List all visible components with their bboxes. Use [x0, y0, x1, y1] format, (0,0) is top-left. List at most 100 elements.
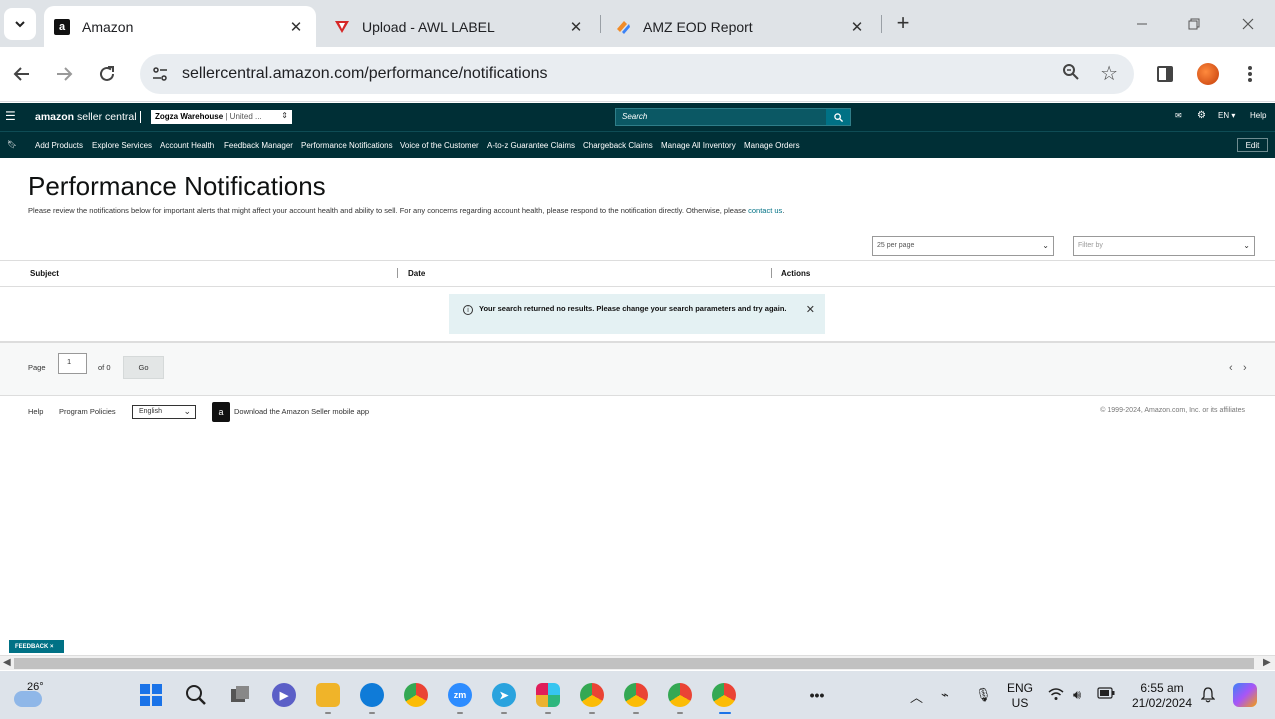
- nav-a-to-z-claims[interactable]: A-to-z Guarantee Claims: [487, 141, 575, 150]
- restore-button[interactable]: [1179, 10, 1209, 38]
- profile-avatar[interactable]: [1197, 63, 1219, 85]
- go-button[interactable]: Go: [123, 356, 164, 379]
- forward-button[interactable]: [50, 60, 78, 88]
- language-selector[interactable]: EN ▾: [1218, 111, 1235, 120]
- zoom-icon[interactable]: [1062, 63, 1080, 86]
- network-off-icon[interactable]: ⌁: [941, 687, 949, 703]
- more-vertical-icon: [1248, 66, 1252, 82]
- nav-add-products[interactable]: Add Products: [35, 141, 83, 150]
- teams-meet-icon[interactable]: ▶: [272, 683, 296, 707]
- hamburger-menu-icon[interactable]: ☰: [5, 109, 16, 123]
- running-indicator: [457, 712, 463, 714]
- footer-language-select[interactable]: English ⌄: [132, 405, 196, 419]
- reload-button[interactable]: [93, 60, 121, 88]
- filter-select[interactable]: Filter by ⌄: [1073, 236, 1255, 256]
- new-tab-button[interactable]: +: [890, 10, 916, 36]
- input-language[interactable]: ENG US: [1006, 681, 1034, 711]
- close-icon[interactable]: ✕: [286, 17, 306, 37]
- nav-manage-inventory[interactable]: Manage All Inventory: [661, 141, 736, 150]
- chrome-profile-icon[interactable]: [624, 683, 648, 707]
- bookmark-icon[interactable]: 🔖︎: [7, 140, 17, 149]
- search-button[interactable]: [826, 109, 850, 125]
- nav-manage-orders[interactable]: Manage Orders: [744, 141, 800, 150]
- microphone-icon[interactable]: 🎙︎: [975, 687, 992, 703]
- nav-chargeback-claims[interactable]: Chargeback Claims: [583, 141, 653, 150]
- chevron-right-icon[interactable]: ›: [1243, 362, 1247, 374]
- chrome-menu-button[interactable]: [1236, 60, 1264, 88]
- chrome-profile-icon[interactable]: [712, 683, 736, 707]
- close-icon[interactable]: ✕: [806, 303, 815, 316]
- start-button[interactable]: [139, 683, 163, 707]
- seller-nav-bar: 🔖︎ Add Products Explore Services Account…: [0, 131, 1275, 158]
- mail-icon[interactable]: ✉: [1175, 111, 1182, 120]
- chrome-profile-icon[interactable]: [668, 683, 692, 707]
- chrome-icon[interactable]: [404, 683, 428, 707]
- per-page-select[interactable]: 25 per page ⌄: [872, 236, 1054, 256]
- close-window-button[interactable]: [1233, 10, 1263, 38]
- notification-bell-icon[interactable]: [1200, 687, 1216, 706]
- gear-icon[interactable]: ⚙: [1197, 110, 1206, 121]
- edit-nav-button[interactable]: Edit: [1237, 138, 1268, 152]
- header-search[interactable]: Search: [615, 108, 851, 126]
- tab-amazon[interactable]: a Amazon ✕: [44, 6, 316, 47]
- download-app-link[interactable]: Download the Amazon Seller mobile app: [234, 407, 369, 416]
- scrollbar-thumb[interactable]: [14, 658, 1254, 669]
- site-settings-icon[interactable]: [150, 63, 170, 85]
- battery-icon[interactable]: [1097, 687, 1115, 702]
- nav-performance-notifications[interactable]: Performance Notifications: [301, 141, 393, 150]
- nav-feedback-manager[interactable]: Feedback Manager: [224, 141, 293, 150]
- scroll-left-icon[interactable]: ◀: [3, 657, 11, 668]
- browser-toolbar: sellercentral.amazon.com/performance/not…: [0, 47, 1275, 102]
- chrome-profile-icon[interactable]: [580, 683, 604, 707]
- chevron-left-icon[interactable]: ‹: [1229, 362, 1233, 374]
- running-indicator: [589, 712, 595, 714]
- side-panel-button[interactable]: [1151, 60, 1179, 88]
- nav-account-health[interactable]: Account Health: [160, 141, 214, 150]
- scroll-right-icon[interactable]: ▶: [1263, 657, 1271, 668]
- telegram-icon[interactable]: ➤: [492, 683, 516, 707]
- wifi-icon[interactable]: [1048, 687, 1064, 704]
- feedback-button[interactable]: FEEDBACK ×: [9, 640, 64, 653]
- url-text[interactable]: sellercentral.amazon.com/performance/not…: [182, 65, 548, 83]
- help-link[interactable]: Help: [1250, 111, 1266, 120]
- nav-explore-services[interactable]: Explore Services: [92, 141, 152, 150]
- chevron-up-icon[interactable]: ︿: [910, 687, 923, 706]
- copilot-icon[interactable]: [1233, 683, 1257, 707]
- file-explorer-icon[interactable]: [316, 683, 340, 707]
- column-actions[interactable]: Actions: [781, 269, 810, 278]
- store-name: Zogza Warehouse: [155, 112, 224, 121]
- edge-browser-icon[interactable]: [360, 683, 384, 707]
- tab-upload-awl-label[interactable]: Upload - AWL LABEL ✕: [324, 6, 596, 47]
- footer-help-link[interactable]: Help: [28, 407, 43, 416]
- volume-icon[interactable]: 🔊︎: [1073, 687, 1081, 703]
- task-view-button[interactable]: [228, 683, 252, 707]
- close-icon[interactable]: ✕: [847, 17, 867, 37]
- minimize-icon: [1137, 23, 1147, 25]
- search-taskbar-button[interactable]: [184, 683, 208, 707]
- column-subject[interactable]: Subject: [30, 269, 59, 278]
- seller-central-logo[interactable]: amazon seller central: [35, 111, 137, 123]
- slack-icon[interactable]: [536, 683, 560, 707]
- table-header: Subject Date Actions: [0, 260, 1275, 287]
- horizontal-scrollbar[interactable]: ◀ ▶: [0, 655, 1275, 670]
- tab-amz-eod-report[interactable]: AMZ EOD Report ✕: [605, 6, 877, 47]
- program-policies-link[interactable]: Program Policies: [59, 407, 116, 416]
- minimize-button[interactable]: [1127, 10, 1157, 38]
- amazon-seller-app-icon[interactable]: a: [212, 402, 230, 422]
- nav-voice-of-customer[interactable]: Voice of the Customer: [400, 141, 479, 150]
- chevron-down-icon: ⌄: [1243, 241, 1250, 250]
- tab-separator: [600, 15, 601, 33]
- page-number-input[interactable]: 1: [58, 353, 87, 374]
- column-date[interactable]: Date: [408, 269, 425, 278]
- more-horizontal-icon[interactable]: •••: [805, 683, 829, 707]
- store-selector[interactable]: Zogza Warehouse | United ... ⇕: [151, 110, 292, 124]
- contact-us-link[interactable]: contact us: [748, 206, 782, 215]
- close-icon[interactable]: ✕: [566, 17, 586, 37]
- tab-search-button[interactable]: [4, 8, 36, 40]
- address-bar[interactable]: sellercentral.amazon.com/performance/not…: [140, 54, 1134, 94]
- back-button[interactable]: [8, 60, 36, 88]
- clock[interactable]: 6:55 am 21/02/2024: [1127, 681, 1197, 711]
- zoom-app-icon[interactable]: zm: [448, 683, 472, 707]
- bookmark-star-icon[interactable]: ☆: [1100, 61, 1118, 86]
- arrow-left-icon: [13, 67, 29, 81]
